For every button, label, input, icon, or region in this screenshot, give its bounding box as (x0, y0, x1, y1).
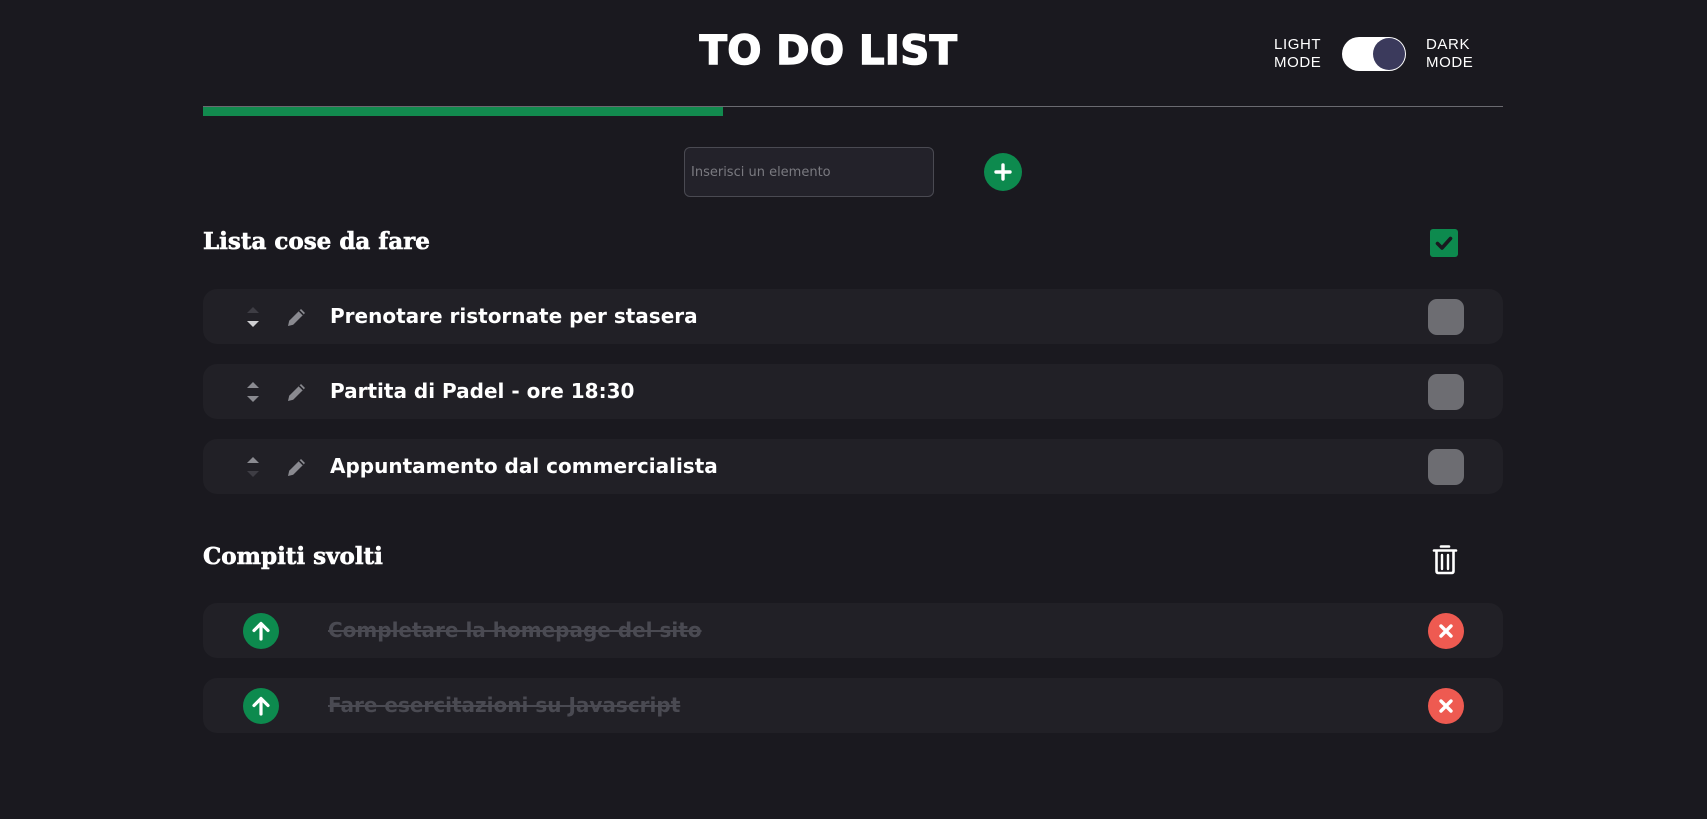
done-item-label: Fare esercitazioni su Javascript (328, 693, 681, 717)
add-item-button[interactable] (984, 153, 1022, 191)
done-item: Completare la homepage del sito (203, 603, 1503, 658)
remove-button[interactable] (1428, 613, 1464, 649)
todo-item: Prenotare ristornate per stasera (203, 289, 1503, 344)
check-all-button[interactable] (1430, 229, 1458, 257)
done-item: Fare esercitazioni su Javascript (203, 678, 1503, 733)
plus-icon (994, 163, 1012, 181)
sort-arrows-icon[interactable] (245, 376, 261, 408)
remove-button[interactable] (1428, 688, 1464, 724)
switch-knob (1373, 38, 1405, 70)
todo-section-title: Lista cose da fare (203, 228, 430, 256)
x-icon (1439, 624, 1453, 638)
sort-arrows-icon[interactable] (245, 301, 261, 333)
done-item-label: Completare la homepage del sito (328, 618, 702, 642)
todo-item: Partita di Padel - ore 18:30 (203, 364, 1503, 419)
sort-arrows-icon[interactable] (245, 451, 261, 483)
arrow-up-icon (252, 696, 270, 716)
check-icon (1435, 236, 1453, 250)
dark-mode-label: DARK MODE (1426, 36, 1474, 71)
todo-item: Appuntamento dal commercialista (203, 439, 1503, 494)
light-mode-label: LIGHT MODE (1274, 36, 1322, 71)
x-icon (1439, 699, 1453, 713)
done-section-title: Compiti svolti (203, 543, 384, 571)
complete-checkbox[interactable] (1428, 374, 1464, 410)
progress-bar (203, 107, 723, 116)
complete-checkbox[interactable] (1428, 449, 1464, 485)
arrow-up-icon (252, 621, 270, 641)
todo-item-label: Appuntamento dal commercialista (330, 454, 718, 478)
dark-mode-switch[interactable] (1342, 37, 1406, 71)
complete-checkbox[interactable] (1428, 299, 1464, 335)
todo-item-label: Prenotare ristornate per stasera (330, 304, 698, 328)
theme-toggle: LIGHT MODE DARK MODE (1274, 36, 1486, 72)
restore-button[interactable] (243, 613, 279, 649)
todo-item-label: Partita di Padel - ore 18:30 (330, 379, 635, 403)
restore-button[interactable] (243, 688, 279, 724)
pencil-icon[interactable] (285, 305, 309, 329)
new-item-input[interactable] (684, 147, 934, 197)
trash-icon[interactable] (1431, 543, 1459, 575)
pencil-icon[interactable] (285, 380, 309, 404)
pencil-icon[interactable] (285, 455, 309, 479)
